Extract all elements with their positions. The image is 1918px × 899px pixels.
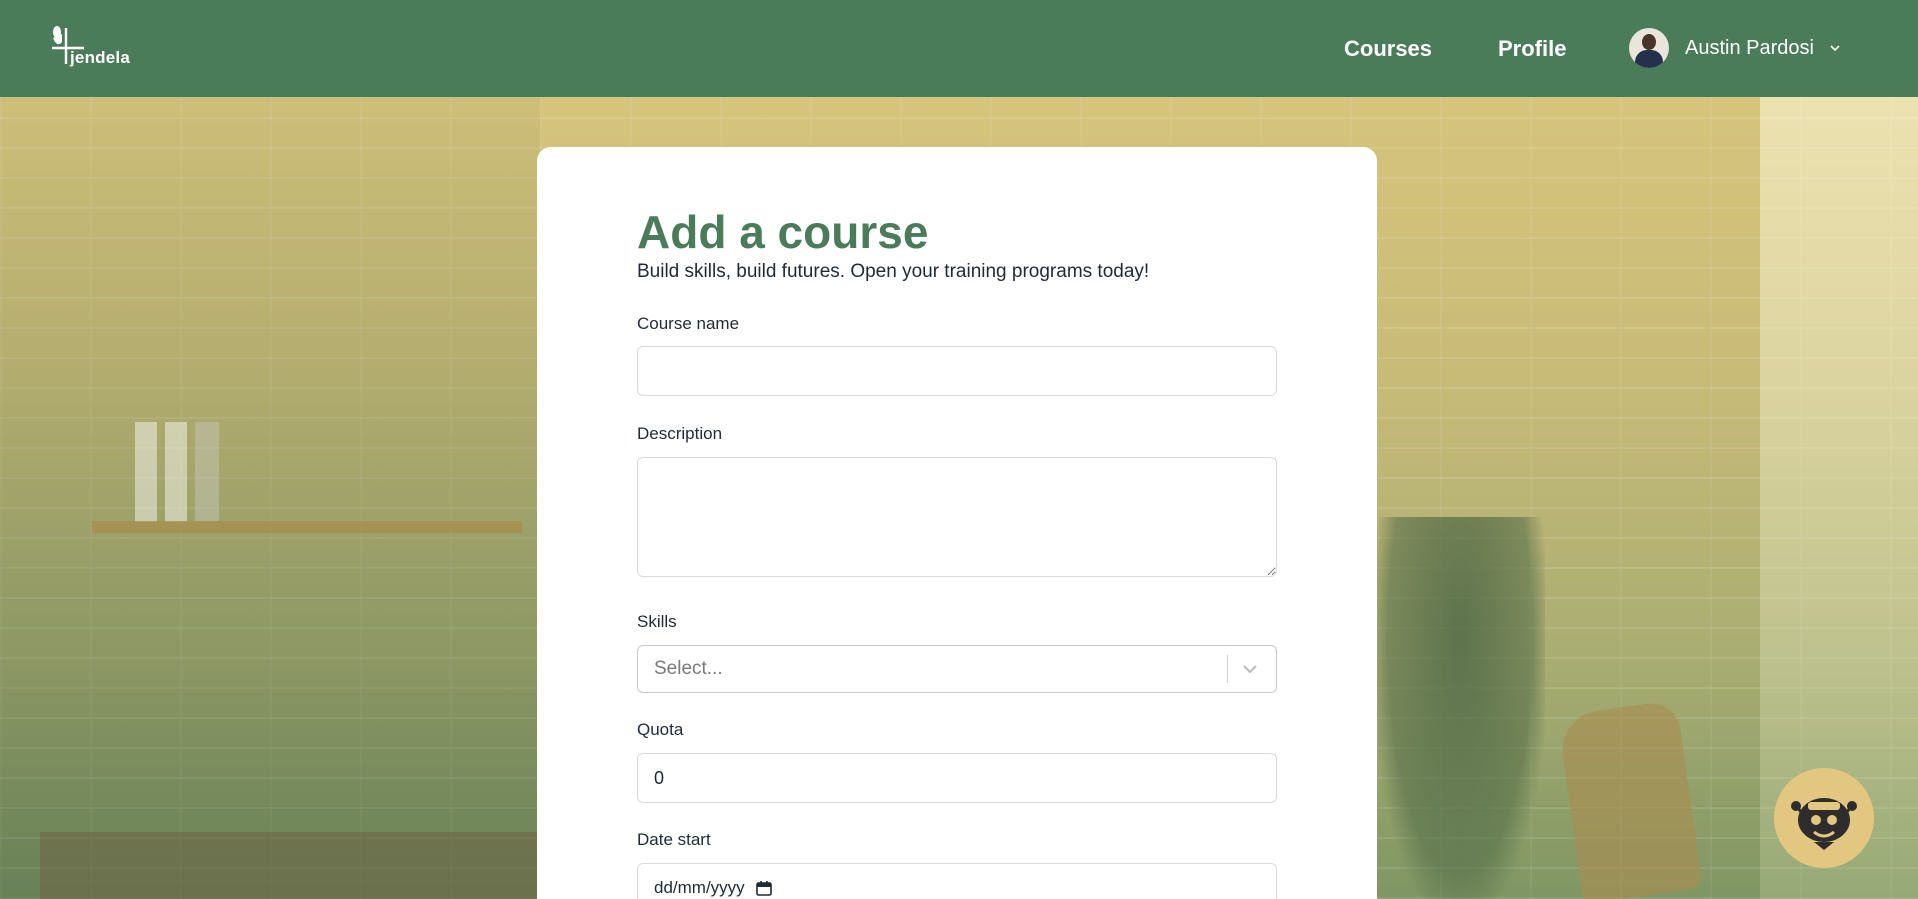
quota-input[interactable] [637,753,1277,803]
page-title: Add a course [637,206,929,258]
brand-name: jendela [70,48,130,67]
avatar-body [1635,50,1663,68]
user-name: Austin Pardosi [1685,36,1814,59]
add-course-form: Add a course Build skills, build futures… [537,147,1377,899]
avatar-head [1642,34,1656,50]
skills-select[interactable]: Select... [637,645,1277,693]
date-placeholder: dd/mm/yyyy [654,878,745,897]
workbench [40,832,540,899]
nav-profile: Profile [1498,0,1566,97]
page-subtitle: Build skills, build futures. Open your t… [637,261,1150,282]
profile-link[interactable]: Profile [1498,36,1566,62]
date-start-input[interactable]: dd/mm/yyyy [637,863,1277,899]
courses-link[interactable]: Courses [1344,36,1432,62]
date-start-label: Date start [637,830,711,849]
shelf-bottles [135,422,275,522]
skills-placeholder: Select... [654,658,723,679]
avatar [1629,28,1669,68]
calendar-icon[interactable] [755,879,773,897]
select-separator [1227,655,1228,683]
course-name-label: Course name [637,314,740,333]
skills-label: Skills [637,612,677,631]
description-textarea[interactable] [637,457,1277,577]
chevron-down-icon [1830,45,1840,52]
description-label: Description [637,424,723,443]
brand-logo[interactable]: jendela [48,24,138,74]
user-menu[interactable]: Austin Pardosi [1629,27,1842,69]
course-name-input[interactable] [637,346,1277,396]
shelf [92,521,522,533]
chatbot-button[interactable] [1774,768,1874,868]
chevron-down-icon[interactable] [1240,659,1260,679]
robot-icon [1791,798,1857,850]
quota-label: Quota [637,720,684,739]
nav-courses: Courses [1344,0,1432,97]
worker-figure [1375,517,1545,899]
top-navbar: jendela Courses Profile Austin Pardosi [0,0,1918,97]
